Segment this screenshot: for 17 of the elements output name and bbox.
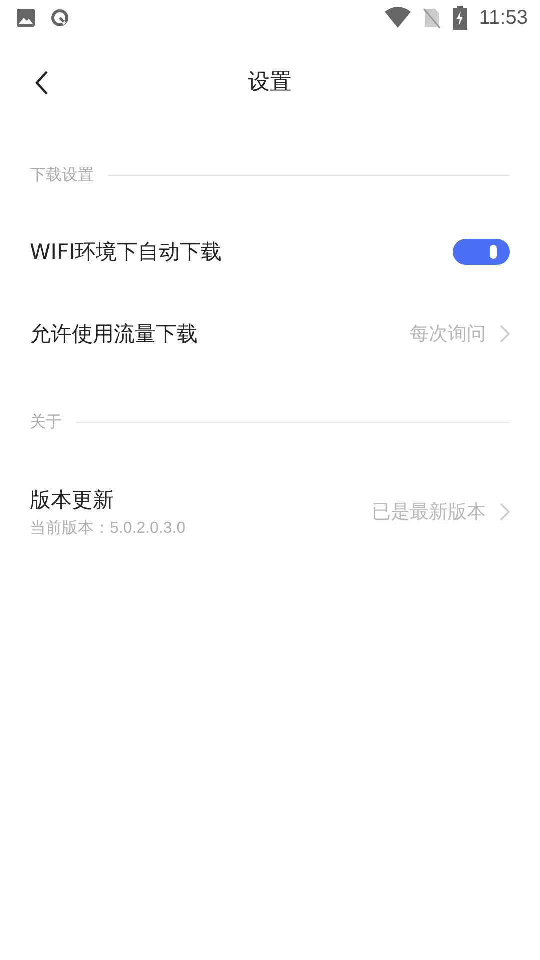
page-title: 设置 (248, 69, 292, 97)
battery-charging-icon (453, 6, 468, 30)
toggle-switch[interactable] (453, 239, 510, 265)
setting-subtitle: 当前版本：5.0.2.0.3.0 (30, 518, 186, 538)
status-time: 11:53 (479, 6, 528, 30)
setting-label: 版本更新 (30, 486, 115, 514)
no-sim-icon (423, 7, 442, 29)
setting-label: 允许使用流量下载 (30, 321, 198, 348)
section-title: 下载设置 (30, 164, 94, 186)
setting-label: WIFI环境下自动下载 (30, 239, 222, 266)
setting-value: 已是最新版本 (372, 500, 486, 525)
section-title: 关于 (30, 412, 62, 432)
image-icon (16, 8, 36, 28)
back-icon (34, 70, 50, 96)
ring-icon (50, 8, 70, 28)
wifi-icon (385, 7, 412, 29)
setting-value: 每次询问 (410, 322, 486, 347)
